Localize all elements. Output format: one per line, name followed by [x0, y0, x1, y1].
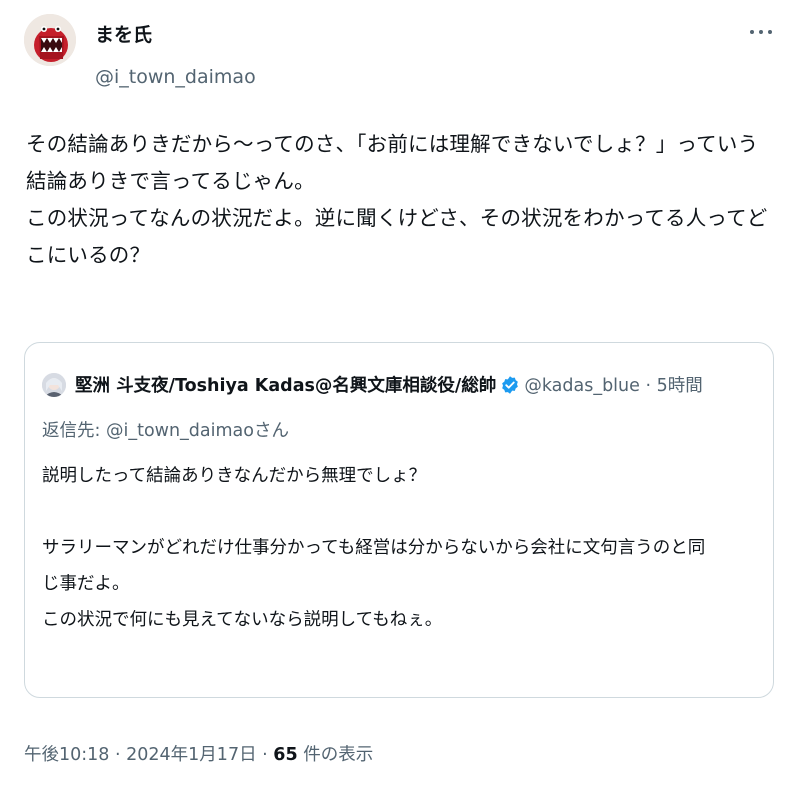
reply-mention: @i_town_daimao	[105, 421, 254, 441]
tweet-time[interactable]: 午後10:18	[24, 745, 109, 765]
verified-badge-icon	[502, 376, 519, 394]
quoted-line: 説明したって結論ありきなんだから無理でしょ？	[42, 466, 427, 486]
dot	[750, 30, 754, 34]
separator-dot: ·	[256, 745, 274, 765]
dot	[759, 30, 763, 34]
quoted-line	[42, 494, 762, 530]
quoted-handle: @kadas_blue	[524, 376, 640, 396]
separator-dot: ·	[109, 745, 127, 765]
tweet-meta: 午後10:18 · 2024年1月17日 · 65 件の表示	[24, 741, 373, 766]
separator-dot: ·	[639, 376, 657, 396]
quoted-line: この状況で何にも見えてないなら説明してもねぇ。	[42, 610, 443, 630]
reply-to-line: 返信先: @i_town_daimaoさん	[42, 417, 289, 442]
tweet-text: その結論ありきだから〜ってのさ、「お前には理解できないでしょ？」っていう 結論あ…	[26, 126, 786, 274]
red-creature-avatar-icon	[24, 14, 76, 66]
tweet-line: この状況ってなんの状況だよ。逆に聞くけどさ、その状況をわかってる人ってど	[26, 206, 768, 230]
quoted-tweet-card[interactable]: 堅洲 斗支夜/Toshiya Kadas@名興文庫相談役/総帥 @kadas_bl…	[24, 342, 774, 698]
author-avatar[interactable]	[24, 14, 76, 66]
author-display-name[interactable]: まを氏	[95, 20, 152, 47]
anime-character-avatar-icon	[42, 373, 66, 397]
quoted-line: サラリーマンがどれだけ仕事分かっても経営は分からないから会社に文句言うのと同	[42, 538, 706, 558]
tweet-date[interactable]: 2024年1月17日	[126, 745, 256, 765]
tweet-line: その結論ありきだから〜ってのさ、「お前には理解できないでしょ？」っていう	[26, 132, 759, 156]
quoted-text: 説明したって結論ありきなんだから無理でしょ？ サラリーマンがどれだけ仕事分かって…	[42, 458, 762, 638]
reply-prefix: 返信先:	[42, 421, 106, 441]
quoted-display-name: 堅洲 斗支夜/Toshiya Kadas@名興文庫相談役/総帥	[75, 376, 497, 396]
quoted-line: じ事だよ。	[42, 574, 130, 594]
quoted-header: 堅洲 斗支夜/Toshiya Kadas@名興文庫相談役/総帥 @kadas_bl…	[75, 375, 703, 397]
views-count: 65	[273, 745, 298, 765]
dot	[768, 30, 772, 34]
views-label: 件の表示	[297, 745, 374, 765]
tweet-line: 結論ありきで言ってるじゃん。	[26, 169, 315, 193]
tweet-line: こにいるの？	[26, 243, 151, 267]
author-handle[interactable]: @i_town_daimao	[95, 66, 256, 88]
more-dots-icon[interactable]	[750, 26, 774, 38]
reply-suffix: さん	[253, 421, 289, 441]
quoted-time: 5時間	[656, 376, 703, 396]
quoted-author-avatar	[42, 373, 66, 397]
